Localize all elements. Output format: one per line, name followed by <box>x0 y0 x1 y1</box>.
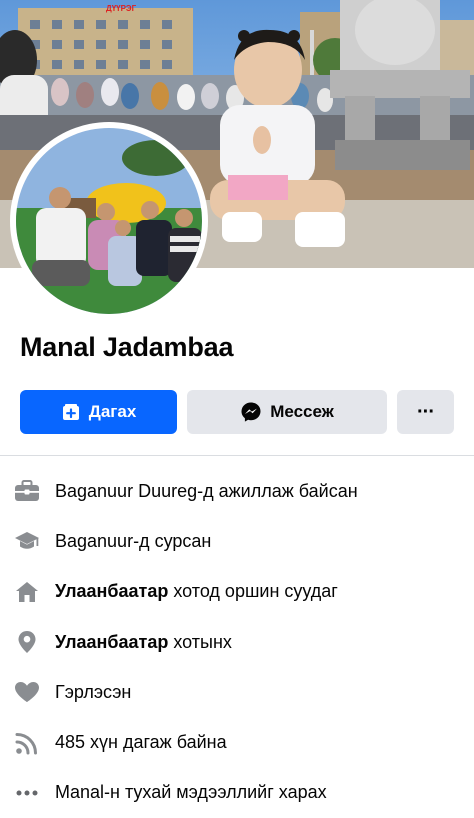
intro-details: Baganuur Duureg-д ажиллаж байсан Baganuu… <box>0 466 474 818</box>
home-icon <box>14 579 40 605</box>
messenger-icon <box>240 401 262 423</box>
from-suffix: хотынх <box>168 631 232 652</box>
info-followers: 485 хүн дагаж байна <box>0 717 474 767</box>
followers-text[interactable]: 485 хүн дагаж байна <box>55 732 227 753</box>
profile-name: Manal Jadambaa <box>20 332 234 362</box>
profile-picture-frame <box>10 122 208 320</box>
follow-label: Дагах <box>88 402 137 421</box>
from-city[interactable]: Улаанбаатар <box>55 632 168 652</box>
message-button[interactable]: Мессеж <box>187 390 387 434</box>
rss-icon <box>14 730 40 756</box>
info-relationship: Гэрлэсэн <box>0 667 474 717</box>
more-label: ··· <box>417 400 435 423</box>
info-work: Baganuur Duureg-д ажиллаж байсан <box>0 466 474 516</box>
location-pin-icon <box>14 629 40 655</box>
lives-suffix: хотод оршин суудаг <box>168 581 338 602</box>
education-text: Baganuur-д сурсан <box>55 530 212 551</box>
more-options-button[interactable]: ··· <box>397 390 454 434</box>
briefcase-icon <box>14 478 40 504</box>
cover-sign-text: ДҮҮРЭГ <box>106 4 137 13</box>
info-about-link[interactable]: Manal-н тухай мэдээллийг харах <box>0 768 474 818</box>
profile-actions: Дагах Мессеж ··· <box>20 390 454 434</box>
follow-button[interactable]: Дагах <box>20 390 177 434</box>
info-lives-in: Улаанбаатар хотод оршин суудаг <box>0 567 474 617</box>
graduation-cap-icon <box>14 528 40 554</box>
about-text[interactable]: Manal-н тухай мэдээллийг харах <box>55 782 327 803</box>
info-education: Baganuur-д сурсан <box>0 516 474 566</box>
relationship-text: Гэрлэсэн <box>55 681 132 702</box>
work-text: Baganuur Duureg-д ажиллаж байсан <box>55 480 358 501</box>
lives-city[interactable]: Улаанбаатар <box>55 581 168 601</box>
follow-icon <box>61 402 81 422</box>
info-from: Улаанбаатар хотынх <box>0 617 474 667</box>
heart-icon <box>14 679 40 705</box>
message-label: Мессеж <box>270 402 334 421</box>
section-divider <box>0 455 474 456</box>
profile-picture[interactable] <box>16 128 202 314</box>
more-dots-icon <box>14 780 40 806</box>
